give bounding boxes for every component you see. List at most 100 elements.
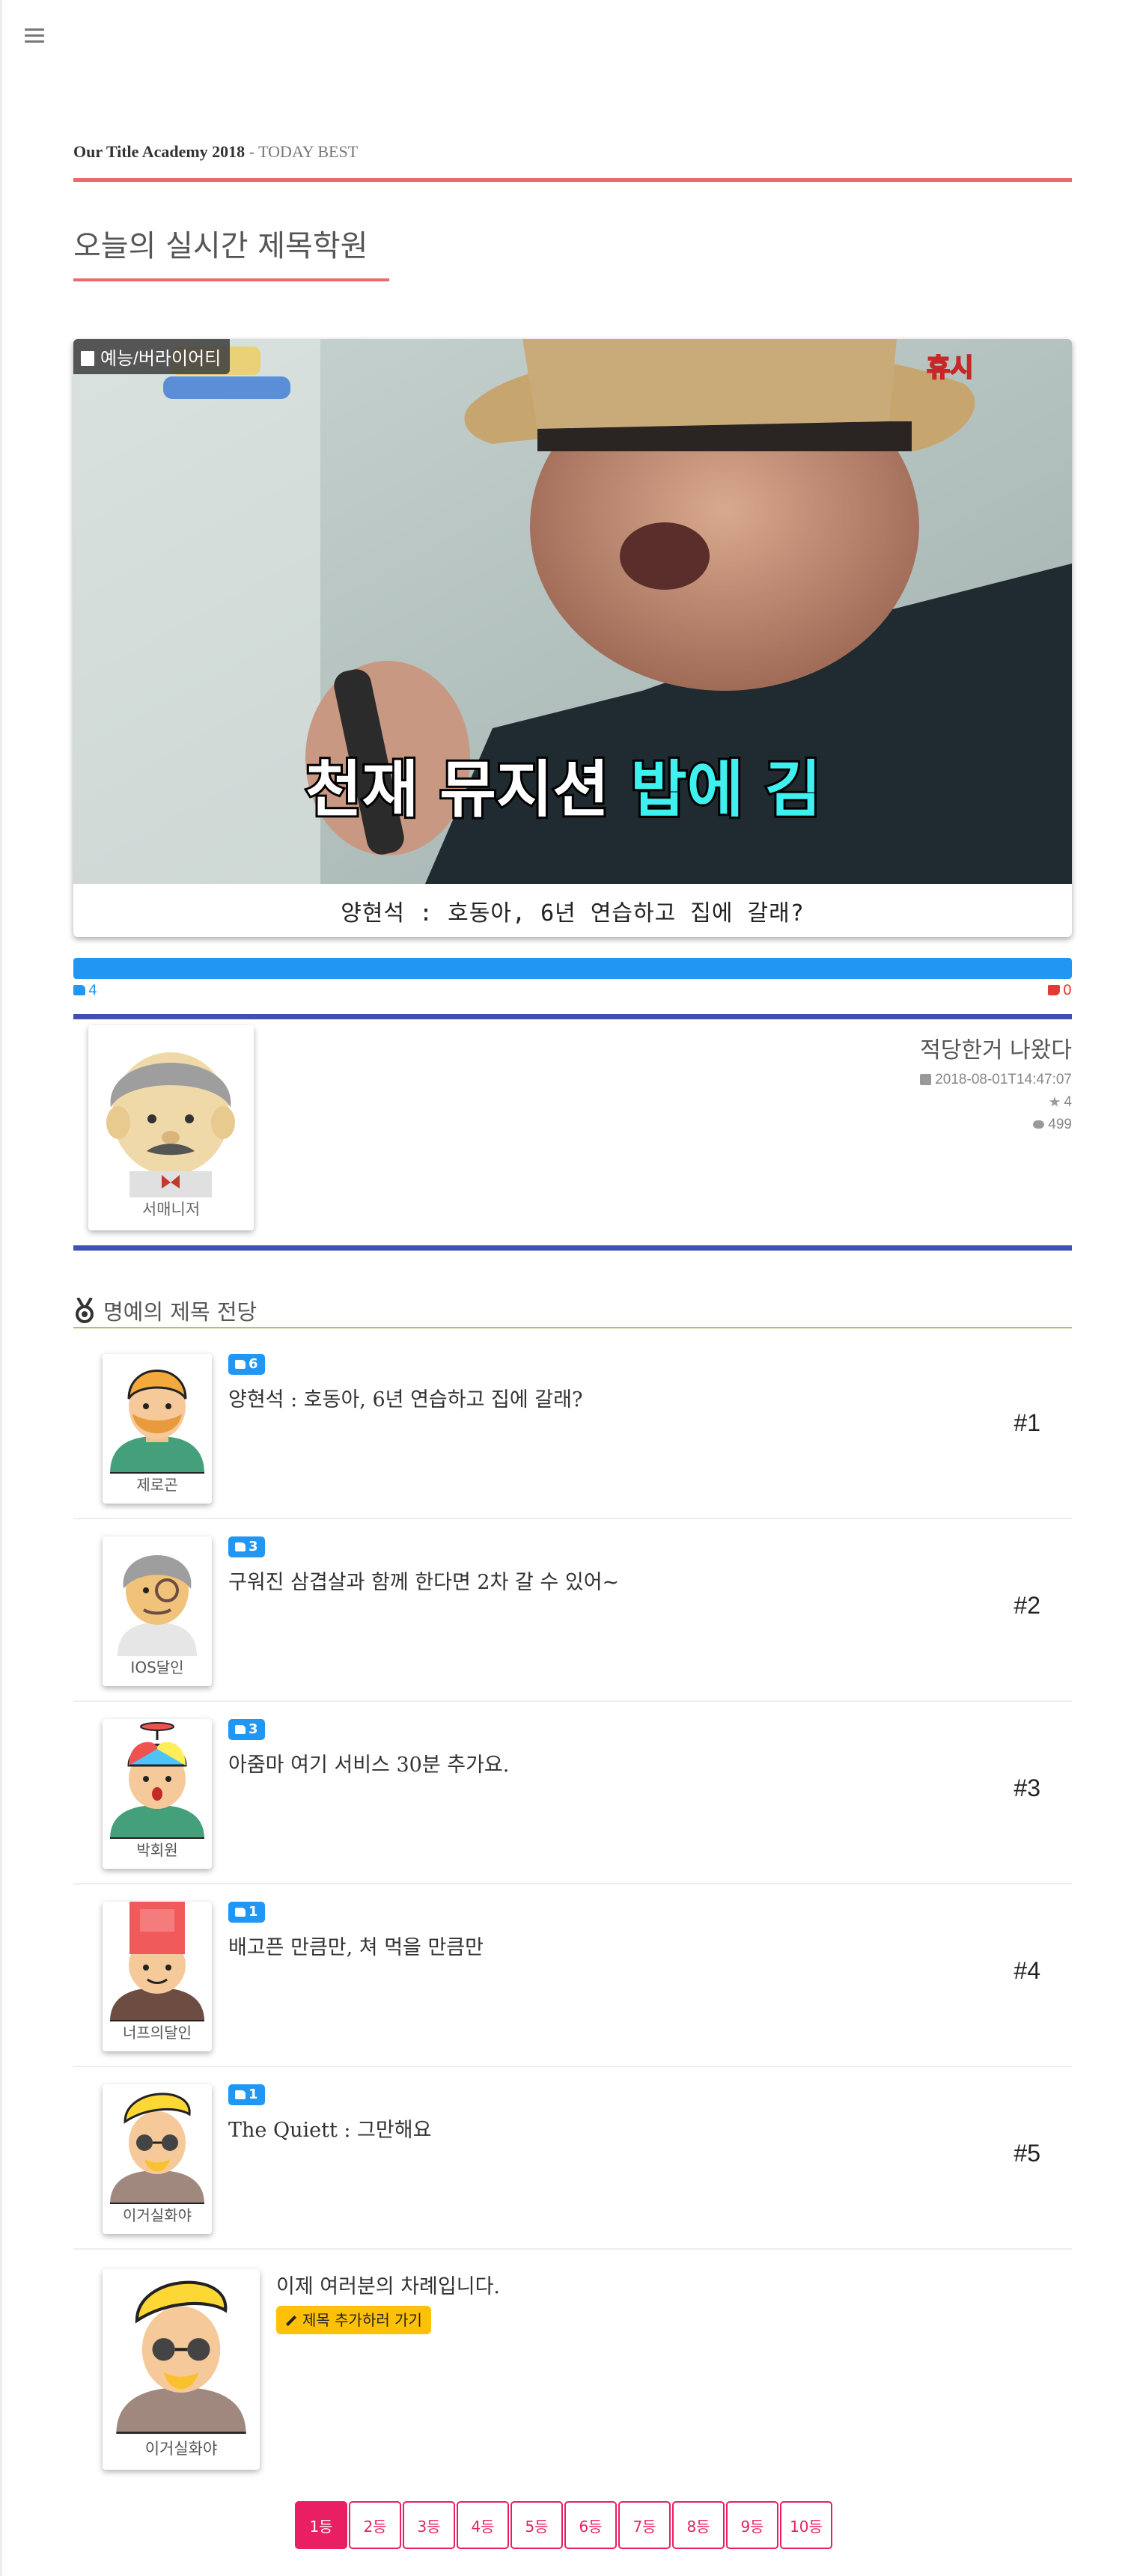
star-icon — [1049, 1096, 1061, 1107]
page-button-9[interactable]: 9등 — [726, 2501, 778, 2549]
avatar[interactable]: 너프의달인 — [103, 1902, 212, 2051]
entry-title: 양현석 : 호동아, 6년 연습하고 집에 갈래? — [228, 1388, 583, 1411]
eye-icon — [1033, 1120, 1045, 1129]
add-title-button-label: 제목 추가하러 가기 — [302, 2311, 422, 2329]
rank-label: #5 — [1013, 2140, 1040, 2167]
category-badge[interactable]: 예능/버라이어티 — [73, 339, 231, 374]
featured-title: 양현석 : 호동아, 6년 연습하고 집에 갈래? — [341, 900, 805, 927]
avatar[interactable]: 박회원 — [103, 1719, 212, 1869]
rank-label: #2 — [1013, 1592, 1040, 1619]
old-man-avatar-icon — [106, 1052, 235, 1197]
entry-title: 배고픈 만큼만, 쳐 먹을 만큼만 — [228, 1936, 484, 1959]
likes-count: 6 — [249, 1356, 258, 1372]
dislike-count[interactable]: 0 — [1047, 982, 1072, 998]
add-title-prompt: 이거실화야 이제 여러분의 차례입니다. 제목 추가하러 가기 — [73, 2252, 1072, 2476]
current-user-name: 이거실화야 — [144, 2440, 218, 2458]
pagination: 1등 2등 3등 4등 5등 6등 7등 8등 9등 10등 — [295, 2501, 834, 2549]
like-count-value: 4 — [88, 982, 98, 998]
page-button-6[interactable]: 6등 — [564, 2501, 617, 2549]
list-item[interactable]: 이거실화야 1 The Quiett : 그만해요 #5 — [73, 2067, 1072, 2250]
page-button-3[interactable]: 3등 — [403, 2501, 455, 2549]
page-button-1[interactable]: 1등 — [295, 2501, 347, 2549]
author-name: 이거실화야 — [123, 2206, 192, 2224]
rank-label: #1 — [1013, 1409, 1040, 1436]
book-icon — [81, 351, 94, 366]
category-label: 예능/버라이어티 — [100, 349, 222, 369]
thumbs-up-icon — [235, 1360, 246, 1369]
page-button-4[interactable]: 4등 — [457, 2501, 509, 2549]
thumbs-up-icon — [73, 985, 85, 995]
hipster-man-avatar-icon — [110, 2093, 204, 2206]
featured-title-card[interactable]: 휴시 천재 뮤지션 밥에 김 예능/버라이어티 양현석 : 호동아, 6년 연습… — [73, 339, 1072, 937]
list-item[interactable]: 너프의달인 1 배고픈 만큼만, 쳐 먹을 만큼만 #4 — [73, 1884, 1072, 2067]
comment-bottom-rule — [73, 1245, 1072, 1251]
comment-top-rule — [73, 1014, 1072, 1019]
author-name: 제로곤 — [136, 1476, 178, 1494]
calendar-icon — [920, 1074, 932, 1085]
comment-date: 2018-08-01T14:47:07 — [920, 1072, 1072, 1088]
list-item[interactable]: 제로곤 6 양현석 : 호동아, 6년 연습하고 집에 갈래? #1 — [73, 1337, 1072, 1519]
image-subtitle: 천재 뮤지션 밥에 김 — [305, 754, 821, 825]
page-button-2[interactable]: 2등 — [349, 2501, 401, 2549]
old-man-avatar-icon — [118, 1555, 197, 1656]
likes-badge: 3 — [228, 1719, 265, 1740]
author-name: 너프의달인 — [123, 2024, 192, 2042]
breadcrumb: Our Title Academy 2018 - TODAY BEST — [73, 142, 358, 162]
image-subtitle-white: 천재 뮤지션 — [305, 754, 630, 825]
comment-views-value: 499 — [1048, 1117, 1072, 1132]
rank-label: #3 — [1013, 1774, 1040, 1801]
current-user-avatar[interactable]: 이거실화야 — [103, 2269, 260, 2470]
dislike-count-value: 0 — [1062, 982, 1072, 998]
hall-of-fame-title: 명예의 제목 전당 — [103, 1299, 257, 1325]
page-button-8[interactable]: 8등 — [672, 2501, 725, 2549]
image-watermark: 휴시 — [927, 353, 974, 383]
comment-stars: 4 — [1049, 1094, 1072, 1111]
thumbs-up-icon — [235, 1542, 246, 1551]
page-button-5[interactable]: 5등 — [510, 2501, 563, 2549]
likes-badge: 3 — [228, 1536, 265, 1557]
author-name: IOS달인 — [130, 1658, 184, 1676]
bearded-man-avatar-icon — [110, 1370, 204, 1475]
entry-title: 아줌마 여기 서비스 30분 추가요. — [228, 1754, 510, 1777]
avatar[interactable]: 이거실화야 — [103, 2084, 212, 2234]
likes-count: 3 — [249, 1539, 258, 1554]
hamburger-menu-icon[interactable] — [25, 28, 44, 45]
likes-badge: 6 — [228, 1354, 265, 1375]
hall-of-fame-rule — [73, 1327, 1072, 1328]
avatar[interactable]: 제로곤 — [103, 1354, 212, 1504]
likes-badge: 1 — [228, 1902, 265, 1923]
comment-views: 499 — [1033, 1117, 1072, 1133]
comment-stars-value: 4 — [1064, 1094, 1072, 1110]
tall-hair-man-avatar-icon — [110, 1902, 204, 2023]
list-item[interactable]: IOS달인 3 구워진 삼겹살과 함께 한다면 2차 갈 수 있어~ #2 — [73, 1519, 1072, 1702]
comment-author-name: 서매니저 — [141, 1200, 201, 1218]
featured-image: 휴시 천재 뮤지션 밥에 김 예능/버라이어티 — [73, 339, 1072, 884]
image-subtitle-cyan: 밥에 김 — [630, 754, 821, 825]
likes-badge: 1 — [228, 2084, 265, 2105]
entry-title: 구워진 삼겹살과 함께 한다면 2차 갈 수 있어~ — [228, 1571, 620, 1594]
likes-count: 3 — [249, 1721, 258, 1737]
author-name: 박회원 — [136, 1841, 178, 1859]
cta-message: 이제 여러분의 차례입니다. — [276, 2275, 500, 2298]
comment-date-value: 2018-08-01T14:47:07 — [935, 1072, 1072, 1087]
avatar[interactable]: IOS달인 — [103, 1536, 212, 1686]
comment-text: 적당한거 나왔다 — [920, 1037, 1072, 1063]
page-button-10[interactable]: 10등 — [780, 2501, 832, 2549]
title-underline — [73, 278, 389, 281]
medal-icon — [76, 1298, 94, 1323]
breadcrumb-site[interactable]: Our Title Academy 2018 — [73, 142, 245, 161]
left-edge — [0, 0, 2, 2576]
breadcrumb-section: TODAY BEST — [258, 142, 359, 161]
list-item[interactable]: 박회원 3 아줌마 여기 서비스 30분 추가요. #3 — [73, 1702, 1072, 1884]
like-count[interactable]: 4 — [73, 982, 97, 998]
breadcrumb-separator: - — [245, 142, 259, 161]
entry-title: The Quiett : 그만해요 — [228, 2119, 432, 2142]
thumbs-up-icon — [235, 1908, 246, 1917]
add-title-button[interactable]: 제목 추가하러 가기 — [276, 2306, 431, 2334]
breadcrumb-divider — [73, 178, 1072, 182]
likes-count: 1 — [249, 1904, 258, 1920]
page-button-7[interactable]: 7등 — [618, 2501, 671, 2549]
thumbs-down-icon — [1047, 985, 1060, 995]
comment-author-card[interactable]: 서매니저 — [88, 1025, 254, 1230]
thumbs-up-icon — [235, 2090, 246, 2099]
